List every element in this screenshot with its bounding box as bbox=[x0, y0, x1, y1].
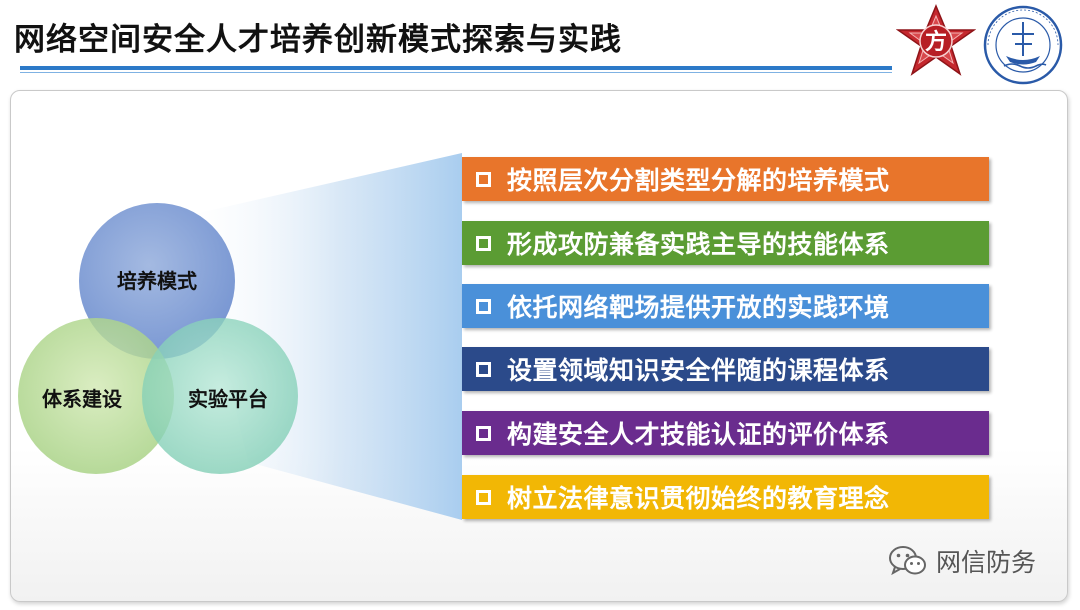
item-text-2: 形成攻防兼备实践主导的技能体系 bbox=[507, 230, 890, 259]
item-bar-6: 树立法律意识贯彻始终的教育理念 bbox=[462, 475, 989, 519]
venn-label-top: 培养模式 bbox=[117, 269, 197, 293]
venn-label-right: 实验平台 bbox=[188, 387, 268, 411]
checkbox-square-icon bbox=[476, 171, 491, 187]
item-bar-3: 依托网络靶场提供开放的实践环境 bbox=[462, 284, 989, 328]
item-bar-4: 设置领域知识安全伴随的课程体系 bbox=[462, 347, 989, 391]
item-bar-1: 按照层次分割类型分解的培养模式 bbox=[462, 157, 989, 201]
venn-label-left: 体系建设 bbox=[42, 387, 122, 411]
item-text-5: 构建安全人才技能认证的评价体系 bbox=[507, 420, 890, 449]
checkbox-square-icon bbox=[476, 489, 491, 505]
wechat-icon bbox=[889, 546, 926, 576]
wechat-watermark: 网信防务 bbox=[888, 543, 1036, 579]
item-bar-5: 构建安全人才技能认证的评价体系 bbox=[462, 411, 989, 455]
checkbox-square-icon bbox=[476, 425, 491, 441]
checkbox-square-icon bbox=[476, 298, 491, 314]
item-text-6: 树立法律意识贯彻始终的教育理念 bbox=[507, 484, 890, 513]
checkbox-square-icon bbox=[476, 361, 491, 377]
item-text-3: 依托网络靶场提供开放的实践环境 bbox=[507, 293, 890, 322]
item-text-1: 按照层次分割类型分解的培养模式 bbox=[507, 166, 890, 195]
checkbox-square-icon bbox=[476, 235, 491, 251]
watermark-text: 网信防务 bbox=[936, 548, 1037, 577]
item-bar-2: 形成攻防兼备实践主导的技能体系 bbox=[462, 221, 989, 265]
item-text-4: 设置领域知识安全伴随的课程体系 bbox=[507, 356, 890, 385]
